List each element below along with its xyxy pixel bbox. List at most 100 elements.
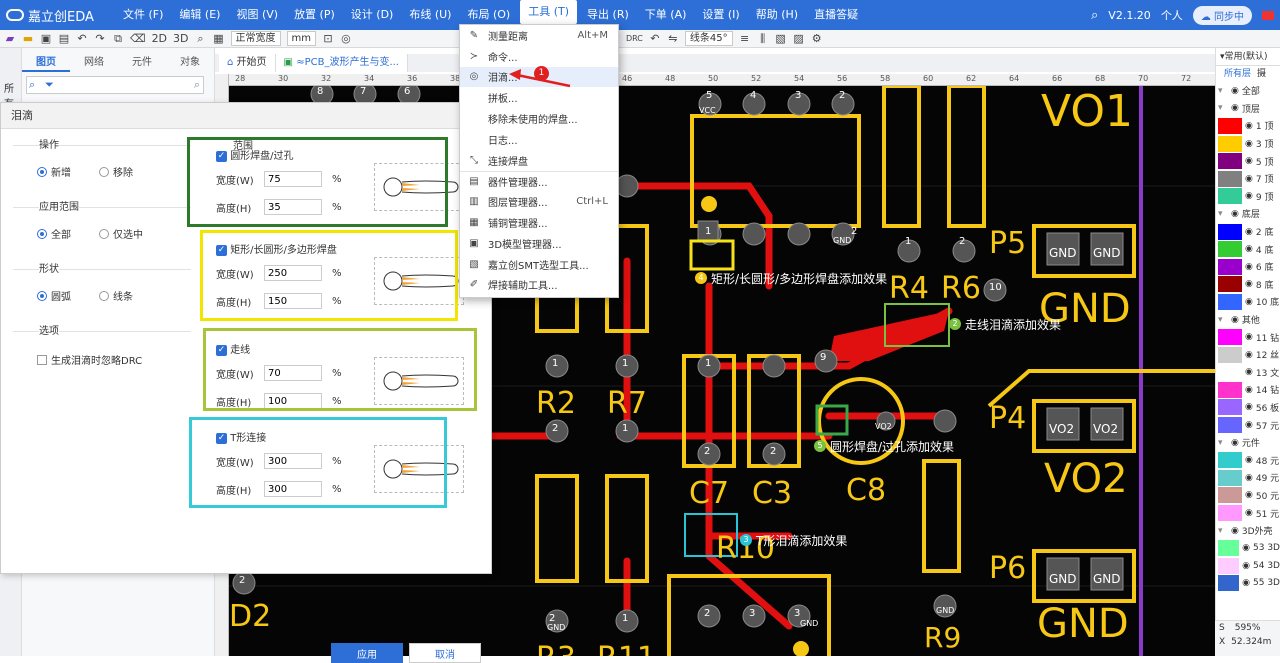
layer-row[interactable]: ◉ 10 底	[1216, 293, 1280, 311]
tab-start-page[interactable]: ⌂ 开始页	[219, 54, 276, 72]
image-icon[interactable]: ▧	[775, 32, 787, 45]
layer-row[interactable]: ◉ 11 钻	[1216, 328, 1280, 346]
eye-icon[interactable]: ◉	[1245, 121, 1253, 131]
eye-icon[interactable]: ◉	[1245, 332, 1253, 342]
arc-route-icon[interactable]: ↶	[649, 32, 661, 45]
copper-icon[interactable]: ▨	[793, 32, 805, 45]
apply-button[interactable]: 应用	[331, 643, 403, 663]
redo-icon[interactable]: ↷	[94, 32, 106, 45]
eye-icon[interactable]: ◉	[1245, 297, 1253, 307]
eye-icon[interactable]: ◉	[1245, 174, 1253, 184]
menu-item-9[interactable]: 下单 (A)	[637, 0, 695, 30]
menu-item-1[interactable]: 编辑 (E)	[171, 0, 228, 30]
eye-icon[interactable]: ◉	[1245, 262, 1253, 272]
folder-icon[interactable]: ▬	[22, 32, 34, 45]
eye-icon[interactable]: ◉	[1242, 561, 1250, 571]
tools-menu-item-8[interactable]: ▥ 图层管理器... Ctrl+L	[460, 191, 618, 212]
eye-icon[interactable]: ◉	[1245, 473, 1253, 483]
layer-row[interactable]: ◉ 1 顶	[1216, 117, 1280, 135]
collapse-icon[interactable]: ▾	[1218, 315, 1228, 325]
tools-menu-item-9[interactable]: ▦ 铺铜管理器...	[460, 212, 618, 233]
layer-row[interactable]: ◉ 3 顶	[1216, 135, 1280, 153]
search-icon[interactable]: ⌕	[1091, 8, 1098, 23]
layer-group-row[interactable]: ▾ ◉ 其他	[1216, 311, 1280, 329]
view-2d-button[interactable]: 2D	[152, 32, 167, 45]
layer-group-row[interactable]: ▾ ◉ 底层	[1216, 205, 1280, 223]
flag-icon[interactable]	[1262, 10, 1274, 20]
op-add-radio[interactable]: 新增	[37, 164, 71, 179]
search-icon[interactable]: ⌕	[194, 78, 200, 92]
eye-icon[interactable]: ◉	[1245, 156, 1253, 166]
tab-nets[interactable]: 网络	[70, 54, 118, 72]
save-all-icon[interactable]: ▤	[58, 32, 70, 45]
layer-row[interactable]: ◉ 5 顶	[1216, 152, 1280, 170]
op-remove-radio[interactable]: 移除	[99, 164, 133, 179]
delete-icon[interactable]: ⌫	[130, 32, 146, 45]
layer-row[interactable]: ◉ 12 丝	[1216, 346, 1280, 364]
scope-selected-radio[interactable]: 仅选中	[99, 226, 143, 241]
eye-icon[interactable]: ◉	[1245, 279, 1253, 289]
eye-icon[interactable]: ◉	[1245, 139, 1253, 149]
tab-pages[interactable]: 图页	[22, 54, 70, 72]
layer-row[interactable]: ◉ 8 底	[1216, 276, 1280, 294]
eye-icon[interactable]: ◉	[1245, 385, 1253, 395]
menu-item-7[interactable]: 工具 (T)	[520, 0, 578, 24]
route-angle-select[interactable]: 线条45°	[684, 31, 733, 46]
eye-icon[interactable]: ◉	[1245, 490, 1253, 500]
eye-icon[interactable]: ◉	[1242, 543, 1250, 553]
cancel-button[interactable]: 取消	[409, 643, 481, 663]
scope-all-radio[interactable]: 全部	[37, 226, 71, 241]
eye-icon[interactable]: ◉	[1245, 227, 1253, 237]
filter-icon[interactable]: ⏷	[45, 78, 54, 92]
layer-row[interactable]: ◉ 56 板	[1216, 399, 1280, 417]
menu-item-5[interactable]: 布线 (U)	[401, 0, 459, 30]
tools-menu-item-6[interactable]: ⤡ 连接焊盘	[460, 150, 618, 171]
sync-button[interactable]: ☁ 同步中	[1192, 5, 1252, 25]
layer-row[interactable]: ◉ 7 顶	[1216, 170, 1280, 188]
menu-item-12[interactable]: 直播答疑	[806, 0, 866, 30]
layer-row[interactable]: ◉ 2 底	[1216, 223, 1280, 241]
save-icon[interactable]: ▣	[40, 32, 52, 45]
user-menu[interactable]: 个人	[1161, 7, 1183, 23]
collapse-icon[interactable]: ▾	[1218, 86, 1228, 96]
panel-search-input[interactable]: ⌕ ⏷ ⌕	[26, 76, 204, 94]
eye-icon[interactable]: ◉	[1245, 367, 1253, 377]
layer-row[interactable]: ◉ 57 元	[1216, 416, 1280, 434]
eye-icon[interactable]: ◉	[1231, 526, 1239, 536]
pad-icon[interactable]: ◎	[340, 32, 352, 45]
tools-menu-item-4[interactable]: 移除未使用的焊盘...	[460, 108, 618, 129]
menu-item-4[interactable]: 设计 (D)	[343, 0, 402, 30]
menu-item-10[interactable]: 设置 (I)	[694, 0, 747, 30]
layer-row[interactable]: ◉ 53 3D	[1216, 539, 1280, 557]
layer-row[interactable]: ◉ 6 底	[1216, 258, 1280, 276]
eye-icon[interactable]: ◉	[1245, 420, 1253, 430]
tools-menu-item-7[interactable]: ▤ 器件管理器...	[460, 170, 618, 192]
layer-row[interactable]: ◉ 50 元	[1216, 487, 1280, 505]
collapse-icon[interactable]: ▾	[1218, 526, 1228, 536]
align-icon[interactable]: ≡	[739, 32, 751, 45]
view-3d-button[interactable]: 3D	[173, 32, 188, 45]
search-icon[interactable]: ⌕	[29, 78, 35, 92]
grid-icon[interactable]: ▦	[213, 32, 225, 45]
menu-item-2[interactable]: 视图 (V)	[228, 0, 286, 30]
width-icon[interactable]: ⇋	[667, 32, 679, 45]
collapse-icon[interactable]: ▾	[1218, 209, 1228, 219]
menu-item-11[interactable]: 帮助 (H)	[748, 0, 806, 30]
tools-menu-item-5[interactable]: 日志...	[460, 129, 618, 150]
eye-icon[interactable]: ◉	[1231, 86, 1239, 96]
layer-row[interactable]: ◉ 48 元	[1216, 451, 1280, 469]
layer-row[interactable]: ◉ 54 3D	[1216, 557, 1280, 575]
select-tool-icon[interactable]: ▰	[4, 32, 16, 45]
layer-row[interactable]: ◉ 14 钻	[1216, 381, 1280, 399]
tools-menu-item-10[interactable]: ▣ 3D模型管理器...	[460, 233, 618, 254]
line-width-select[interactable]: 正常宽度	[230, 31, 281, 46]
eye-icon[interactable]: ◉	[1231, 209, 1239, 219]
menu-item-0[interactable]: 文件 (F)	[115, 0, 171, 30]
layer-row[interactable]: ◉ 9 顶	[1216, 188, 1280, 206]
collapse-icon[interactable]: ▾	[1218, 103, 1228, 113]
layer-group-row[interactable]: ▾ ◉ 全部	[1216, 82, 1280, 100]
tab-objects[interactable]: 对象	[166, 54, 214, 72]
zoom-area-icon[interactable]: ⌕	[195, 32, 207, 46]
eye-icon[interactable]: ◉	[1245, 508, 1253, 518]
tab-camera[interactable]: 摄	[1257, 66, 1266, 82]
